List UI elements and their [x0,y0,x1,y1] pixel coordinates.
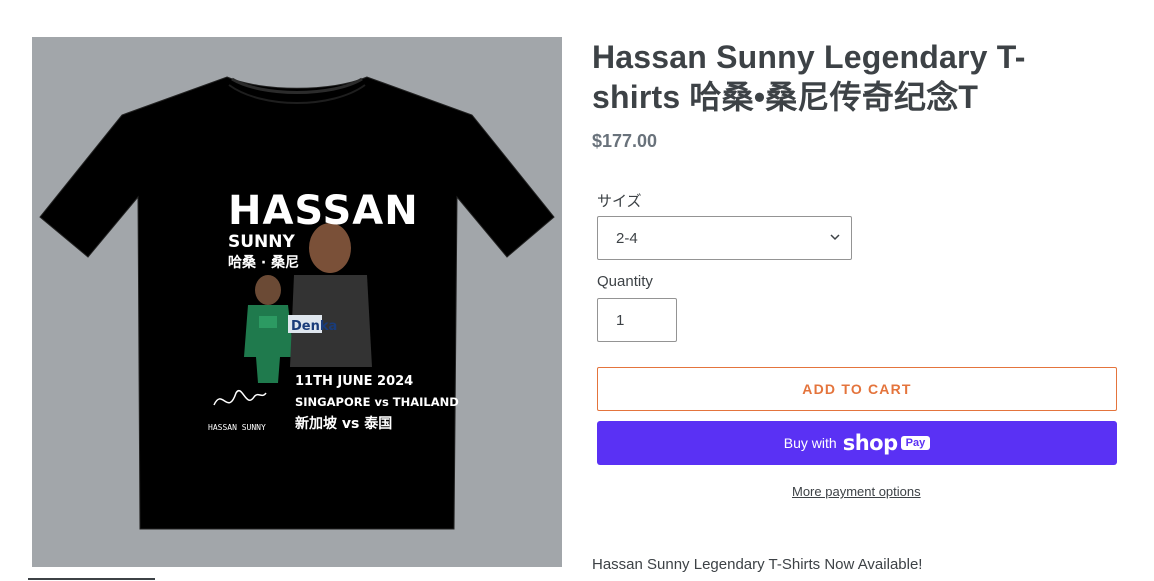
buy-with-label: Buy with [783,435,837,451]
product-price: $177.00 [592,131,658,151]
add-to-cart-button[interactable]: ADD TO CART [597,367,1117,411]
more-payment-options-link[interactable]: More payment options [792,484,921,499]
svg-text:Denka: Denka [291,319,337,334]
thumbnail-underline [28,578,155,580]
pay-badge: Pay [900,436,931,450]
shirt-date: 11TH JUNE 2024 [295,374,413,389]
signature-caption: HASSAN SUNNY [208,423,266,432]
product-image[interactable]: Denka HASSAN SUNNY 哈桑 · 桑尼 11TH JUNE 202… [32,37,562,567]
shirt-name-chinese: 哈桑 · 桑尼 [228,254,299,271]
tshirt-illustration: Denka HASSAN SUNNY 哈桑 · 桑尼 11TH JUNE 202… [39,76,555,530]
product-description: Hassan Sunny Legendary T-Shirts Now Avai… [592,556,923,573]
add-to-cart-label: ADD TO CART [802,381,912,397]
quantity-label: Quantity [597,273,653,290]
shirt-name-line1: HASSAN [228,188,419,234]
product-info: Hassan Sunny Legendary T-shirts 哈桑•桑尼传奇纪… [592,37,1122,573]
shop-logo: shop [842,431,898,455]
shirt-name-line2: SUNNY [228,232,296,252]
size-label: サイズ [597,193,642,210]
shirt-match-chinese: 新加坡 vs 泰国 [295,415,392,432]
size-select[interactable]: 2-4 [597,216,852,260]
chevron-down-icon [830,234,840,241]
size-select-value: 2-4 [616,229,638,247]
shirt-match: SINGAPORE vs THAILAND [295,395,459,409]
quantity-input[interactable] [597,298,677,342]
buy-with-shop-pay-button[interactable]: Buy with shop Pay [597,421,1117,465]
product-title: Hassan Sunny Legendary T-shirts 哈桑•桑尼传奇纪… [592,39,1026,115]
